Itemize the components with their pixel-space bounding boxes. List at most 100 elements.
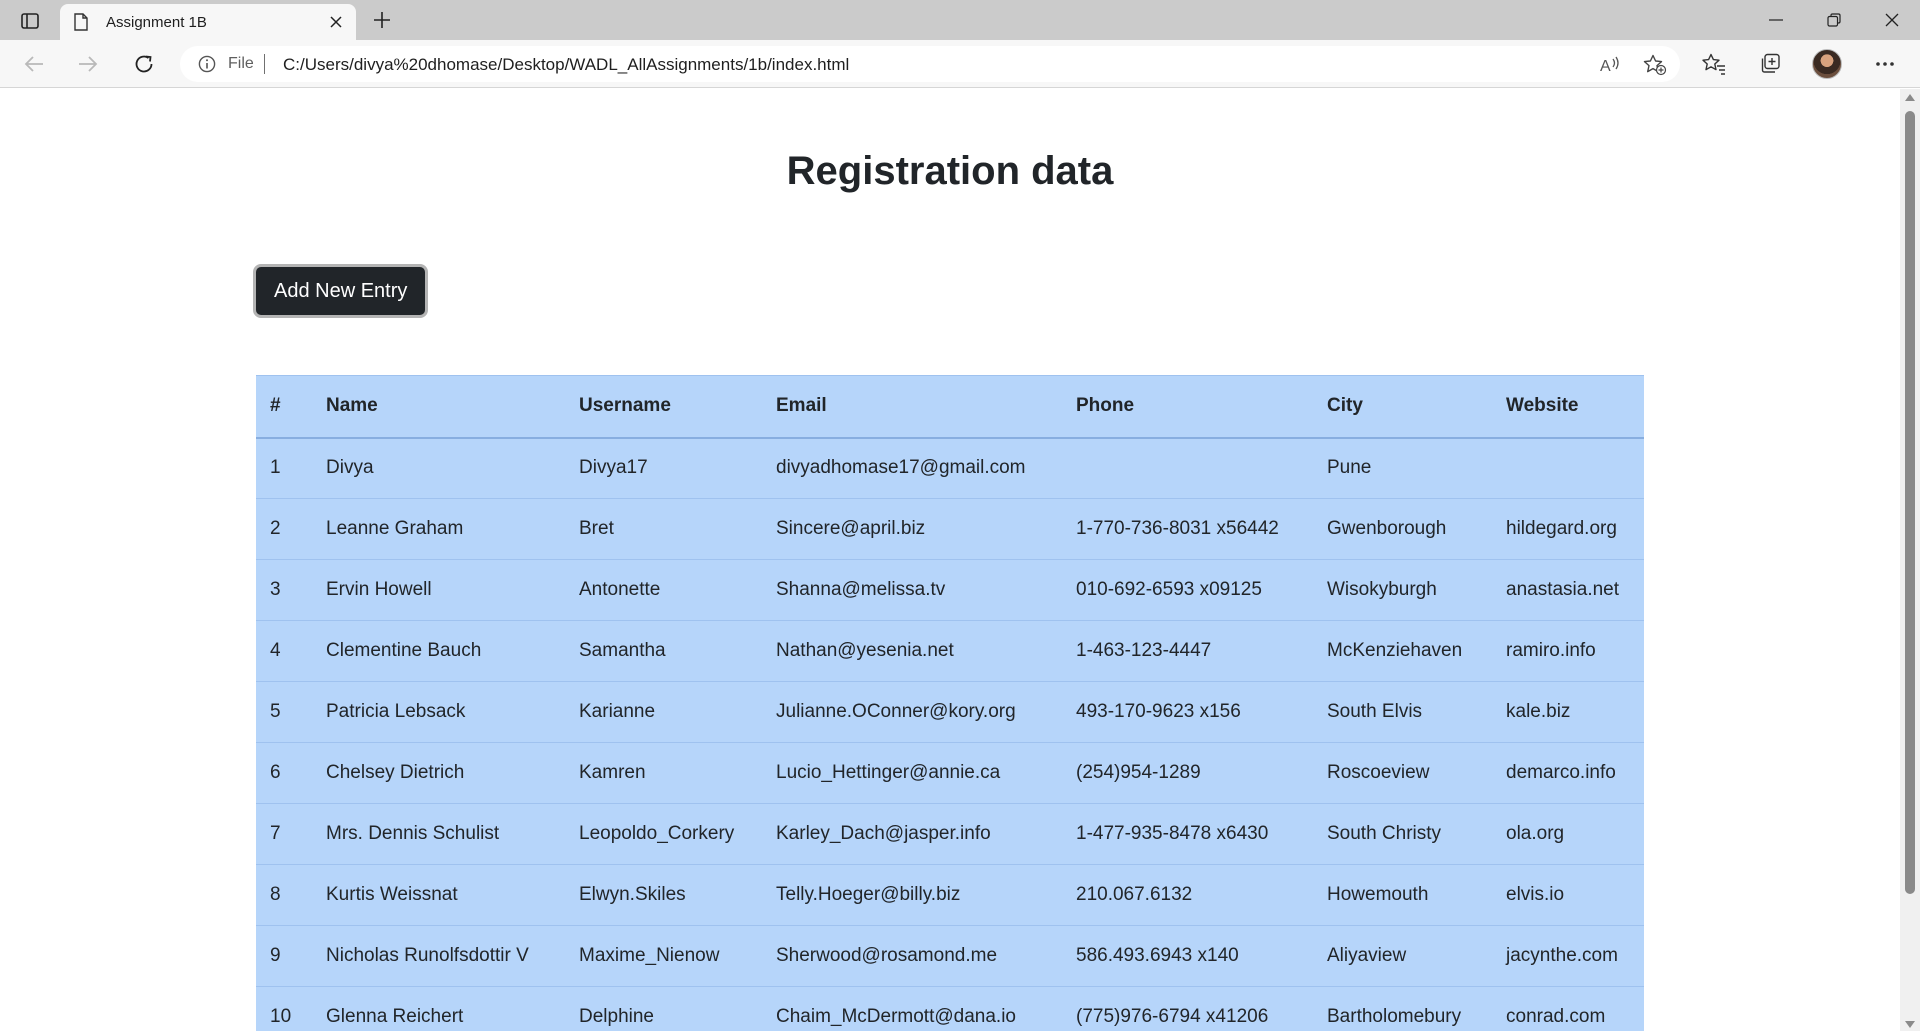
- table-cell: Antonette: [565, 559, 762, 621]
- restore-icon[interactable]: [1806, 0, 1862, 40]
- table-cell: Nathan@yesenia.net: [762, 620, 1062, 682]
- address-scheme: File: [228, 55, 254, 72]
- table-cell: Karianne: [565, 681, 762, 743]
- table-cell: 3: [256, 559, 312, 621]
- table-cell: Patricia Lebsack: [312, 681, 565, 743]
- table-cell: [1062, 437, 1313, 499]
- scroll-up-icon[interactable]: [1905, 94, 1915, 101]
- registration-table: # Name Username Email Phone City Website…: [256, 375, 1644, 1031]
- table-row: 10 Glenna Reichert Delphine Chaim_McDermott…: [256, 986, 1644, 1031]
- table-cell: demarco.info: [1492, 742, 1644, 804]
- table-header-row: # Name Username Email Phone City Website: [256, 375, 1644, 439]
- svg-text:A: A: [1600, 58, 1611, 75]
- address-bar[interactable]: File C:/Users/divya%20dhomase/Desktop/WA…: [180, 46, 1680, 82]
- table-cell: McKenziehaven: [1313, 620, 1492, 682]
- add-favorite-icon[interactable]: [1642, 52, 1668, 78]
- table-cell: Delphine: [565, 986, 762, 1031]
- new-tab-icon[interactable]: [368, 6, 396, 34]
- table-cell: 9: [256, 925, 312, 987]
- table-row: 6 Chelsey Dietrich Kamren Lucio_Hettinger@a…: [256, 742, 1644, 804]
- address-separator: [264, 54, 265, 74]
- add-new-entry-button[interactable]: Add New Entry: [253, 264, 429, 318]
- table-cell: ramiro.info: [1492, 620, 1644, 682]
- table-cell: 1-770-736-8031 x56442: [1062, 498, 1313, 560]
- header-cell: City: [1313, 375, 1492, 439]
- table-row: 8 Kurtis Weissnat Elwyn.Skiles Telly.Hoeger…: [256, 864, 1644, 926]
- table-cell: Nicholas Runolfsdottir V: [312, 925, 565, 987]
- scroll-down-icon[interactable]: [1905, 1021, 1915, 1028]
- table-cell: Kurtis Weissnat: [312, 864, 565, 926]
- info-icon[interactable]: [198, 55, 216, 78]
- table-cell: Elwyn.Skiles: [565, 864, 762, 926]
- table-cell: Maxime_Nienow: [565, 925, 762, 987]
- minimize-icon[interactable]: [1748, 0, 1804, 40]
- table-cell: Bret: [565, 498, 762, 560]
- browser-toolbar: File C:/Users/divya%20dhomase/Desktop/WA…: [0, 40, 1920, 88]
- tab-title: Assignment 1B: [106, 14, 207, 31]
- table-cell: Pune: [1313, 437, 1492, 499]
- table-row: 7 Mrs. Dennis Schulist Leopoldo_Corkery Kar…: [256, 803, 1644, 865]
- table-cell: Chelsey Dietrich: [312, 742, 565, 804]
- more-menu-icon[interactable]: [1869, 48, 1901, 80]
- table-cell: Karley_Dach@jasper.info: [762, 803, 1062, 865]
- table-row: 9 Nicholas Runolfsdottir V Maxime_Nienow Sh…: [256, 925, 1644, 987]
- read-aloud-icon[interactable]: A: [1597, 52, 1623, 78]
- tab-actions-icon[interactable]: [14, 8, 46, 34]
- table-cell: Mrs. Dennis Schulist: [312, 803, 565, 865]
- profile-avatar[interactable]: [1812, 49, 1842, 79]
- table-row: 3 Ervin Howell Antonette Shanna@melissa.tv 0…: [256, 559, 1644, 621]
- table-cell: jacynthe.com: [1492, 925, 1644, 987]
- close-tab-icon[interactable]: [324, 10, 348, 34]
- table-cell: 1: [256, 437, 312, 499]
- table-cell: hildegard.org: [1492, 498, 1644, 560]
- table-cell: 7: [256, 803, 312, 865]
- table-cell: Julianne.OConner@kory.org: [762, 681, 1062, 743]
- table-cell: Telly.Hoeger@billy.biz: [762, 864, 1062, 926]
- table-cell: conrad.com: [1492, 986, 1644, 1031]
- table-cell: Leopoldo_Corkery: [565, 803, 762, 865]
- header-cell: Phone: [1062, 375, 1313, 439]
- table-cell: Bartholomebury: [1313, 986, 1492, 1031]
- table-row: 1 Divya Divya17 divyadhomase17@gmail.com Pun…: [256, 437, 1644, 499]
- tab-active[interactable]: Assignment 1B: [60, 4, 356, 40]
- table-cell: ola.org: [1492, 803, 1644, 865]
- table-cell: Lucio_Hettinger@annie.ca: [762, 742, 1062, 804]
- table-cell: 10: [256, 986, 312, 1031]
- address-url[interactable]: C:/Users/divya%20dhomase/Desktop/WADL_Al…: [283, 55, 849, 75]
- table-cell: Gwenborough: [1313, 498, 1492, 560]
- table-cell: 586.493.6943 x140: [1062, 925, 1313, 987]
- table-cell: Kamren: [565, 742, 762, 804]
- table-cell: anastasia.net: [1492, 559, 1644, 621]
- page-scrollbar[interactable]: [1900, 89, 1920, 1031]
- table-cell: Divya: [312, 437, 565, 499]
- table-row: 5 Patricia Lebsack Karianne Julianne.OConne…: [256, 681, 1644, 743]
- table-cell: divyadhomase17@gmail.com: [762, 437, 1062, 499]
- collections-icon[interactable]: [1754, 48, 1786, 80]
- forward-icon[interactable]: [72, 48, 104, 80]
- page-title: Registration data: [786, 149, 1114, 193]
- table-cell: (775)976-6794 x41206: [1062, 986, 1313, 1031]
- page-icon: [74, 13, 88, 36]
- header-cell: Name: [312, 375, 565, 439]
- table-cell: Aliyaview: [1313, 925, 1492, 987]
- table-cell: kale.biz: [1492, 681, 1644, 743]
- favorites-icon[interactable]: [1698, 48, 1730, 80]
- back-icon[interactable]: [18, 48, 50, 80]
- table-cell: Glenna Reichert: [312, 986, 565, 1031]
- table-cell: Wisokyburgh: [1313, 559, 1492, 621]
- table-cell: 6: [256, 742, 312, 804]
- header-cell: Website: [1492, 375, 1644, 439]
- table-cell: Ervin Howell: [312, 559, 565, 621]
- table-cell: (254)954-1289: [1062, 742, 1313, 804]
- table-cell: 493-170-9623 x156: [1062, 681, 1313, 743]
- table-cell: [1492, 437, 1644, 499]
- table-row: 2 Leanne Graham Bret Sincere@april.biz 1-770…: [256, 498, 1644, 560]
- refresh-icon[interactable]: [128, 48, 160, 80]
- table-cell: 210.067.6132: [1062, 864, 1313, 926]
- tab-strip: Assignment 1B: [0, 0, 1920, 40]
- table-cell: Clementine Bauch: [312, 620, 565, 682]
- table-cell: 1-477-935-8478 x6430: [1062, 803, 1313, 865]
- scroll-thumb[interactable]: [1905, 111, 1915, 894]
- header-cell: Username: [565, 375, 762, 439]
- close-window-icon[interactable]: [1864, 0, 1920, 40]
